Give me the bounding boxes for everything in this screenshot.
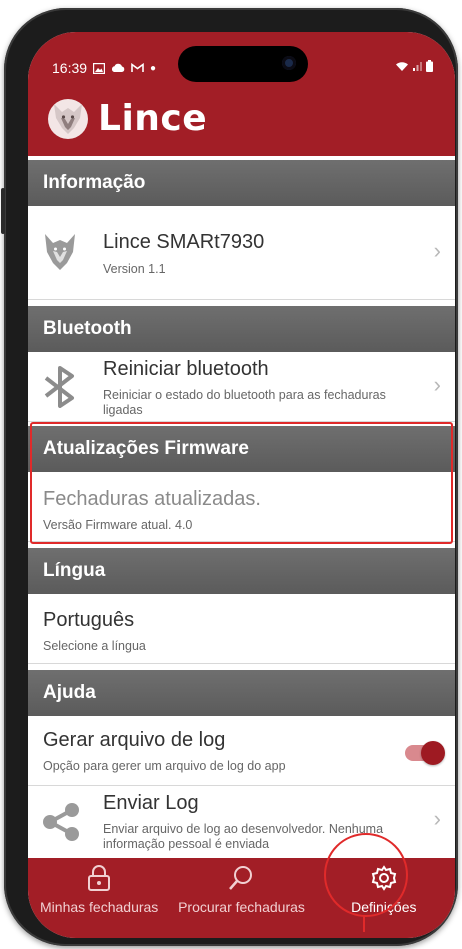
nav-search-locks[interactable]: Procurar fechaduras <box>170 858 312 938</box>
bluetooth-icon <box>44 366 74 408</box>
screen: 16:39 ● Lince Informação Lince SMARt7930… <box>28 32 455 938</box>
device-info-row[interactable]: Lince SMARt7930 Version 1.1 › <box>28 206 455 300</box>
firmware-status-row: Fechaduras atualizadas. Versão Firmware … <box>28 472 455 542</box>
status-bar-left: 16:39 ● <box>52 60 156 76</box>
generate-log-desc: Opção para gerer um arquivo de log do ap… <box>43 759 286 773</box>
status-time: 16:39 <box>52 60 88 76</box>
restart-bluetooth-row[interactable]: Reiniciar bluetooth Reiniciar o estado d… <box>28 352 455 422</box>
status-bar-right <box>395 60 433 72</box>
chevron-right-icon: › <box>433 372 441 397</box>
generate-log-toggle[interactable] <box>405 741 445 765</box>
image-icon <box>93 62 106 74</box>
nav-label-my-locks: Minhas fechaduras <box>40 899 159 915</box>
phone-frame: 16:39 ● Lince Informação Lince SMARt7930… <box>1 8 458 946</box>
app-version: Version 1.1 <box>103 262 166 276</box>
app-name: Lince <box>98 97 208 139</box>
cloud-icon <box>112 63 125 72</box>
padlock-icon <box>88 865 111 891</box>
nav-my-locks[interactable]: Minhas fechaduras <box>28 858 170 938</box>
language-value: Português <box>43 609 135 631</box>
firmware-version: Versão Firmware atual. 4.0 <box>43 518 193 532</box>
dot-icon: ● <box>150 62 157 74</box>
lynx-device-icon <box>45 234 75 270</box>
settings-highlight-circle <box>324 833 408 917</box>
signal-icon <box>413 62 422 71</box>
chevron-right-icon: › <box>433 238 441 263</box>
side-button <box>1 188 5 234</box>
app-header: 16:39 ● Lince <box>28 32 455 156</box>
wifi-icon <box>396 61 408 71</box>
gmail-icon <box>131 63 144 72</box>
send-log-title: Enviar Log <box>103 792 199 814</box>
section-header-firmware: Atualizações Firmware <box>28 426 455 472</box>
app-logo: Lince <box>44 94 207 142</box>
generate-log-row: Gerar arquivo de log Opção para gerer um… <box>28 716 455 786</box>
share-icon <box>43 803 79 841</box>
restart-bluetooth-desc: Reiniciar o estado do bluetooth para as … <box>103 388 386 417</box>
camera-icon <box>282 56 296 70</box>
generate-log-title: Gerar arquivo de log <box>43 729 226 751</box>
lynx-logo-icon <box>48 99 88 139</box>
nav-label-search-locks: Procurar fechaduras <box>178 899 305 915</box>
toggle-knob <box>421 741 445 765</box>
search-icon <box>229 866 253 890</box>
section-header-bluetooth: Bluetooth <box>28 306 455 352</box>
chevron-right-icon: › <box>433 806 441 831</box>
restart-bluetooth-title: Reiniciar bluetooth <box>103 358 269 380</box>
settings-highlight-pointer <box>363 916 365 932</box>
section-header-language: Língua <box>28 548 455 594</box>
battery-icon <box>426 60 433 72</box>
language-desc: Selecione a língua <box>43 639 146 653</box>
section-header-info: Informação <box>28 160 455 206</box>
firmware-status: Fechaduras atualizadas. <box>43 488 261 510</box>
section-header-help: Ajuda <box>28 670 455 716</box>
camera-notch <box>178 46 308 82</box>
device-name: Lince SMARt7930 <box>103 231 265 253</box>
language-row[interactable]: Português Selecione a língua <box>28 594 455 664</box>
